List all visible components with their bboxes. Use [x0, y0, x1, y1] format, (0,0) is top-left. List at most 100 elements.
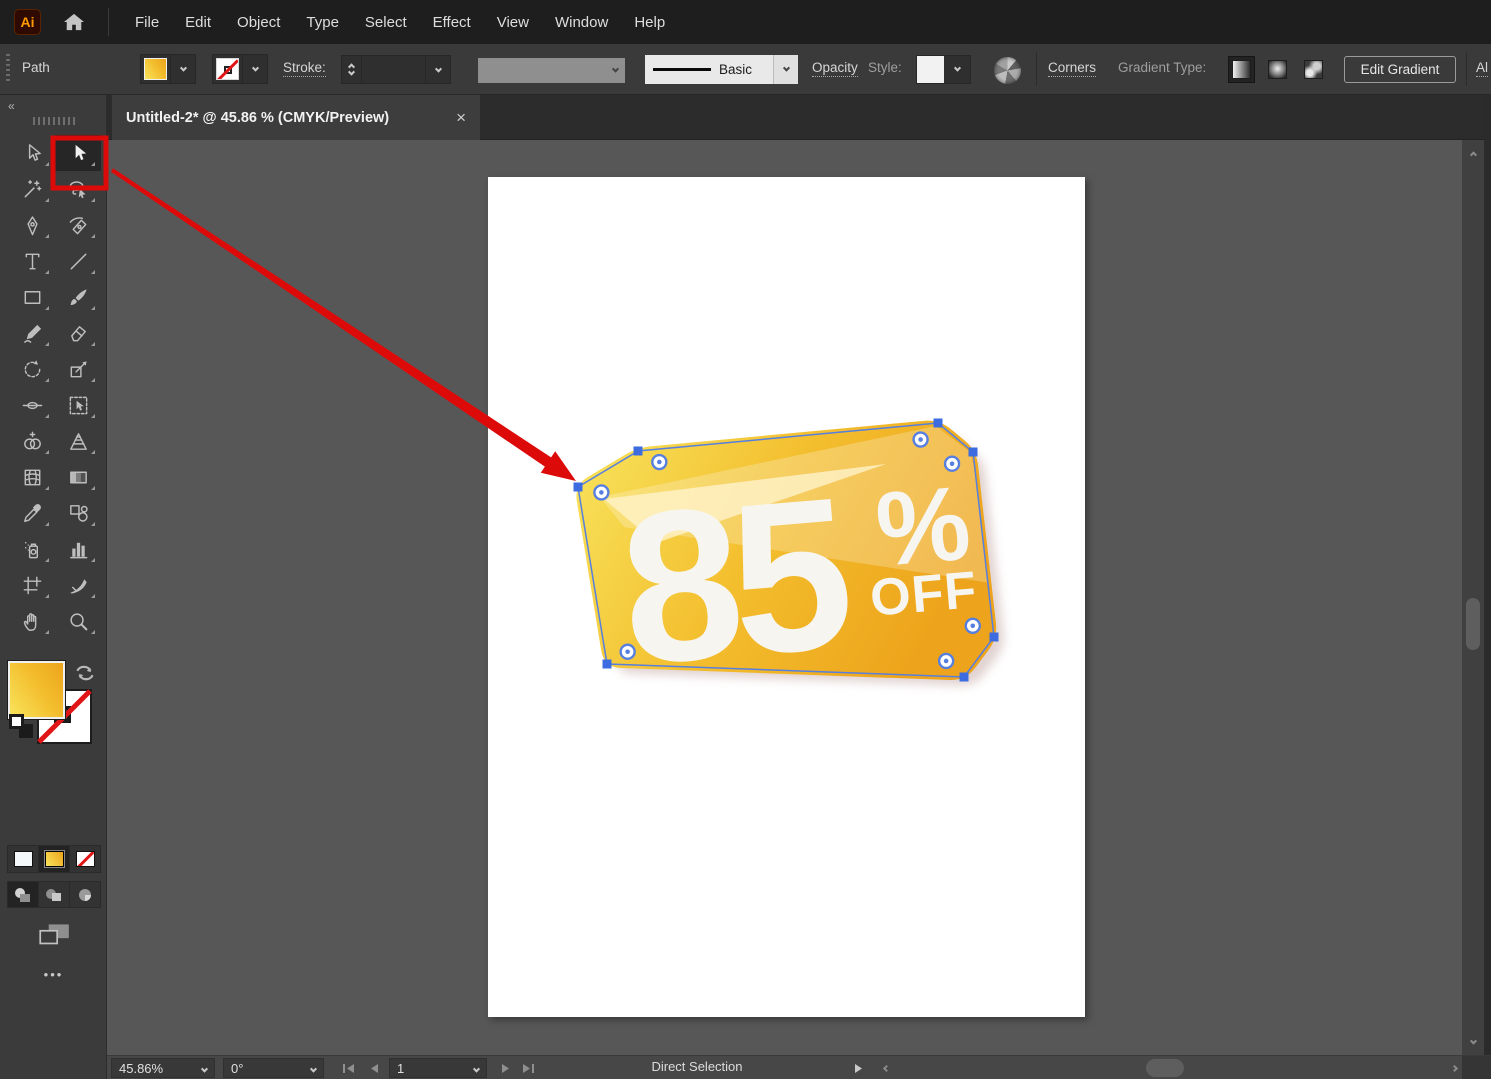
control-bar-grip[interactable] — [6, 54, 10, 84]
toolbar-collapse-button[interactable]: « — [8, 99, 14, 113]
apply-color-button[interactable] — [8, 846, 39, 872]
rotation-dropdown[interactable]: 0° — [223, 1058, 324, 1078]
fill-color-widget[interactable] — [140, 54, 196, 84]
perspective-grid-tool[interactable] — [55, 423, 101, 459]
horizontal-scrollbar[interactable] — [897, 1056, 1443, 1079]
stroke-color-swatch[interactable] — [216, 58, 239, 80]
selection-tool[interactable] — [9, 135, 55, 171]
line-segment-tool[interactable] — [55, 243, 101, 279]
free-transform-tool[interactable] — [55, 387, 101, 423]
stroke-weight-dropdown[interactable] — [425, 56, 450, 84]
opacity-link[interactable]: Opacity — [812, 60, 858, 77]
toolbar-grip[interactable] — [33, 117, 77, 125]
previous-artboard-icon[interactable] — [365, 1060, 383, 1076]
draw-behind-button[interactable] — [39, 882, 70, 907]
gradient-tool[interactable] — [55, 459, 101, 495]
column-graph-tool[interactable] — [55, 531, 101, 567]
fill-color-dropdown[interactable] — [170, 55, 195, 83]
stroke-weight-stepper[interactable] — [341, 55, 451, 84]
tab-close-icon[interactable]: × — [456, 109, 466, 126]
direct-selection-tool[interactable] — [55, 135, 101, 171]
document-tab[interactable]: Untitled-2* @ 45.86 % (CMYK/Preview) × — [112, 95, 480, 140]
edit-toolbar-button[interactable]: ••• — [0, 967, 107, 982]
zoom-level-dropdown[interactable]: 45.86% — [111, 1058, 215, 1078]
type-tool[interactable] — [9, 243, 55, 279]
apply-none-button[interactable] — [70, 846, 100, 872]
menu-view[interactable]: View — [484, 14, 542, 31]
scroll-left-icon[interactable] — [877, 1060, 895, 1076]
gradient-freeform-button[interactable] — [1300, 56, 1327, 83]
shaper-tool[interactable] — [9, 315, 55, 351]
lasso-tool[interactable] — [55, 171, 101, 207]
scroll-down-icon[interactable] — [1462, 1031, 1484, 1053]
draw-normal-button[interactable] — [8, 882, 39, 907]
scroll-up-icon[interactable] — [1462, 142, 1484, 164]
swap-fill-stroke-icon[interactable] — [72, 661, 98, 690]
shape-builder-tool[interactable] — [9, 423, 55, 459]
stroke-weight-field[interactable] — [362, 56, 425, 83]
menu-type[interactable]: Type — [293, 14, 352, 31]
menu-object[interactable]: Object — [224, 14, 293, 31]
stepper-down-icon[interactable] — [348, 69, 355, 76]
pen-tool[interactable] — [9, 207, 55, 243]
rotation-value: 0° — [231, 1061, 243, 1076]
vertical-scrollbar-thumb[interactable] — [1466, 598, 1480, 650]
recolor-artwork-icon[interactable] — [994, 57, 1021, 84]
home-icon[interactable] — [60, 8, 88, 36]
artboard-number-dropdown[interactable]: 1 — [389, 1058, 487, 1078]
corners-link[interactable]: Corners — [1048, 60, 1096, 77]
symbol-sprayer-tool[interactable] — [9, 531, 55, 567]
control-bar-separator-2 — [1466, 52, 1467, 86]
style-label: Style: — [868, 60, 902, 75]
brush-definition-widget[interactable]: Basic — [645, 55, 798, 84]
illustrator-logo[interactable]: Ai — [14, 9, 41, 35]
scroll-right-icon[interactable] — [1445, 1060, 1463, 1076]
fill-proxy-swatch[interactable] — [8, 661, 65, 719]
artboard-tool[interactable] — [9, 567, 55, 603]
first-artboard-icon[interactable] — [339, 1060, 357, 1076]
menu-select[interactable]: Select — [352, 14, 420, 31]
width-tool[interactable] — [9, 387, 55, 423]
default-fill-stroke-icon[interactable] — [9, 714, 35, 740]
rotate-tool[interactable] — [9, 351, 55, 387]
stroke-link[interactable]: Stroke: — [283, 60, 326, 77]
menu-effect[interactable]: Effect — [420, 14, 484, 31]
graphic-style-swatch[interactable] — [917, 56, 944, 83]
brush-definition-dropdown[interactable] — [773, 55, 798, 84]
menu-file[interactable]: File — [122, 14, 172, 31]
horizontal-scrollbar-thumb[interactable] — [1146, 1059, 1184, 1077]
gradient-linear-button[interactable] — [1228, 56, 1255, 83]
curvature-tool[interactable] — [55, 207, 101, 243]
screen-mode-icon[interactable] — [36, 921, 72, 954]
hand-tool[interactable] — [9, 603, 55, 639]
brush-definition-field[interactable]: Basic — [645, 55, 773, 84]
magic-wand-tool[interactable] — [9, 171, 55, 207]
edit-gradient-button[interactable]: Edit Gradient — [1344, 56, 1456, 83]
menu-help[interactable]: Help — [621, 14, 678, 31]
next-artboard-icon[interactable] — [497, 1060, 515, 1076]
canvas-area[interactable] — [107, 140, 1462, 1055]
vertical-scrollbar[interactable] — [1462, 140, 1484, 1055]
mesh-tool[interactable] — [9, 459, 55, 495]
artboard[interactable] — [488, 177, 1085, 1017]
rectangle-tool[interactable] — [9, 279, 55, 315]
draw-inside-button[interactable] — [70, 882, 100, 907]
fill-color-swatch[interactable] — [144, 58, 167, 80]
apply-gradient-button[interactable] — [39, 846, 70, 872]
gradient-radial-button[interactable] — [1264, 56, 1291, 83]
blend-tool[interactable] — [55, 495, 101, 531]
slice-tool[interactable] — [55, 567, 101, 603]
eraser-tool[interactable] — [55, 315, 101, 351]
menu-edit[interactable]: Edit — [172, 14, 224, 31]
last-artboard-icon[interactable] — [519, 1060, 537, 1076]
align-link-clipped[interactable]: Al — [1476, 60, 1488, 77]
paintbrush-tool[interactable] — [55, 279, 101, 315]
status-options-icon[interactable] — [849, 1060, 867, 1076]
graphic-style-dropdown[interactable] — [916, 55, 971, 84]
eyedropper-tool[interactable] — [9, 495, 55, 531]
zoom-tool[interactable] — [55, 603, 101, 639]
stroke-color-widget[interactable] — [212, 54, 268, 84]
menu-window[interactable]: Window — [542, 14, 621, 31]
stroke-color-dropdown[interactable] — [242, 55, 267, 83]
scale-tool[interactable] — [55, 351, 101, 387]
